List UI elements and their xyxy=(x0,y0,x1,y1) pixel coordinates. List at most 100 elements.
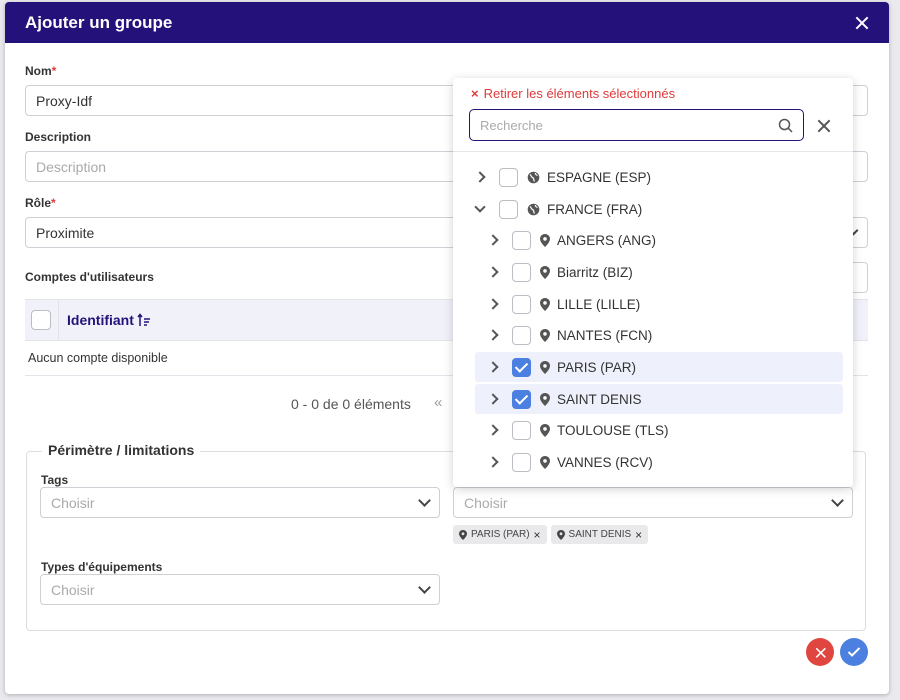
chevron-right-icon[interactable] xyxy=(482,361,504,373)
close-icon[interactable] xyxy=(855,16,869,30)
location-tree-dropdown: × Retirer les éléments sélectionnés Rech… xyxy=(453,78,853,487)
close-icon xyxy=(815,647,825,657)
empty-table-text: Aucun compte disponible xyxy=(28,351,168,365)
tree-item[interactable]: Biarritz (BIZ) xyxy=(482,257,633,287)
nom-input-value: Proxy-Idf xyxy=(36,92,93,109)
tree-item-checkbox[interactable] xyxy=(512,420,531,440)
confirm-button[interactable] xyxy=(840,638,868,666)
tree-item-checkbox[interactable] xyxy=(512,230,531,250)
cancel-button[interactable] xyxy=(806,638,834,666)
tree-item[interactable]: NANTES (FCN) xyxy=(482,320,652,350)
chevron-down-icon xyxy=(418,580,431,594)
tree-item-label: Biarritz (BIZ) xyxy=(557,264,633,280)
first-page-icon[interactable]: « xyxy=(434,394,442,411)
tree-item[interactable]: VANNES (RCV) xyxy=(482,447,653,477)
tree-item[interactable]: ANGERS (ANG) xyxy=(482,225,656,255)
close-dropdown-icon[interactable] xyxy=(817,119,829,131)
chevron-right-icon[interactable] xyxy=(482,329,504,341)
perimetre-legend: Périmètre / limitations xyxy=(42,442,201,458)
types-select[interactable]: Choisir xyxy=(40,574,440,605)
nom-label-text: Nom xyxy=(25,64,52,78)
tree-item-checkbox[interactable] xyxy=(512,389,531,409)
tags-label: Tags xyxy=(41,473,69,487)
tree-search-input[interactable]: Recherche xyxy=(469,109,804,141)
map-pin-icon xyxy=(540,455,550,469)
map-pin-icon xyxy=(540,297,550,311)
tree-search-placeholder: Recherche xyxy=(480,117,543,133)
chevron-right-icon[interactable] xyxy=(482,456,504,468)
clear-selection-link[interactable]: × Retirer les éléments sélectionnés xyxy=(471,86,675,101)
chevron-right-icon[interactable] xyxy=(482,424,504,436)
tree-item-checkbox[interactable] xyxy=(512,357,531,377)
tree-item-checkbox[interactable] xyxy=(512,452,531,472)
tree-item-label: TOULOUSE (TLS) xyxy=(557,422,669,438)
types-placeholder: Choisir xyxy=(51,581,95,598)
chevron-right-icon[interactable] xyxy=(482,298,504,310)
tree-item-label: ESPAGNE (ESP) xyxy=(547,169,652,185)
role-select-value: Proximite xyxy=(36,224,95,241)
tree-item[interactable]: PARIS (PAR) xyxy=(475,352,843,382)
required-mark: * xyxy=(51,64,57,78)
chevron-right-icon[interactable] xyxy=(469,171,491,183)
required-mark: * xyxy=(51,196,56,210)
selected-chips: PARIS (PAR) × SAINT DENIS × xyxy=(453,525,649,544)
tree-item-checkbox[interactable] xyxy=(499,199,518,219)
tree-item[interactable]: SAINT DENIS xyxy=(475,384,843,414)
tree-item-checkbox[interactable] xyxy=(499,167,518,187)
tree-item-label: FRANCE (FRA) xyxy=(547,201,643,217)
pagination-info: 0 - 0 de 0 éléments xyxy=(291,396,411,412)
tree-item-label: LILLE (LILLE) xyxy=(557,296,641,312)
tree-item-checkbox[interactable] xyxy=(512,325,531,345)
chevron-right-icon[interactable] xyxy=(482,393,504,405)
tree-item-label: NANTES (FCN) xyxy=(557,327,653,343)
types-label: Types d'équipements xyxy=(41,560,163,574)
tree-item-label: VANNES (RCV) xyxy=(557,454,653,470)
map-pin-icon xyxy=(540,423,550,437)
lieux-placeholder: Choisir xyxy=(464,494,508,511)
chevron-down-icon xyxy=(418,493,431,507)
chevron-down-icon xyxy=(831,493,844,507)
modal-title: Ajouter un groupe xyxy=(25,12,173,32)
description-label: Description xyxy=(25,130,92,144)
tags-select[interactable]: Choisir xyxy=(40,487,440,518)
chip-remove-icon[interactable]: × xyxy=(534,528,541,542)
tree-item[interactable]: FRANCE (FRA) xyxy=(469,194,642,224)
tree-item[interactable]: TOULOUSE (TLS) xyxy=(482,415,669,445)
chevron-right-icon[interactable] xyxy=(482,266,504,278)
chip-paris: PARIS (PAR) × xyxy=(453,525,547,544)
tree-item-label: PARIS (PAR) xyxy=(557,359,637,375)
chip-label: SAINT DENIS xyxy=(568,529,632,540)
map-pin-icon xyxy=(540,328,550,342)
column-divider xyxy=(58,299,59,341)
role-label: Rôle* xyxy=(25,196,56,210)
column-identifiant[interactable]: Identifiant xyxy=(67,312,134,328)
chip-remove-icon[interactable]: × xyxy=(635,528,642,542)
tags-placeholder: Choisir xyxy=(51,494,95,511)
modal-header: Ajouter un groupe xyxy=(5,2,889,43)
chevron-down-icon[interactable] xyxy=(469,201,491,213)
tree-item-checkbox[interactable] xyxy=(512,262,531,282)
role-label-text: Rôle xyxy=(25,196,52,210)
tree-item[interactable]: ESPAGNE (ESP) xyxy=(469,162,651,192)
chip-label: PARIS (PAR) xyxy=(471,529,530,540)
clear-x-icon: × xyxy=(471,86,479,101)
tree-item-checkbox[interactable] xyxy=(512,294,531,314)
globe-icon xyxy=(527,171,540,184)
map-pin-icon xyxy=(540,233,550,247)
tree-item-label: ANGERS (ANG) xyxy=(557,232,657,248)
sort-ascending-icon[interactable] xyxy=(137,313,151,327)
select-all-checkbox[interactable] xyxy=(31,310,51,330)
dropdown-divider xyxy=(453,151,853,152)
map-pin-icon xyxy=(540,392,550,406)
chip-saint-denis: SAINT DENIS × xyxy=(550,525,649,544)
tree-item[interactable]: LILLE (LILLE) xyxy=(482,289,640,319)
search-icon xyxy=(778,118,793,133)
lieux-select[interactable]: Choisir xyxy=(453,487,853,518)
map-pin-icon xyxy=(540,265,550,279)
tree-item-label: SAINT DENIS xyxy=(557,391,642,407)
description-placeholder: Description xyxy=(36,158,107,175)
chevron-right-icon[interactable] xyxy=(482,234,504,246)
nom-label: Nom* xyxy=(25,64,56,78)
map-pin-icon xyxy=(556,529,565,540)
clear-selection-label: Retirer les éléments sélectionnés xyxy=(483,86,676,101)
